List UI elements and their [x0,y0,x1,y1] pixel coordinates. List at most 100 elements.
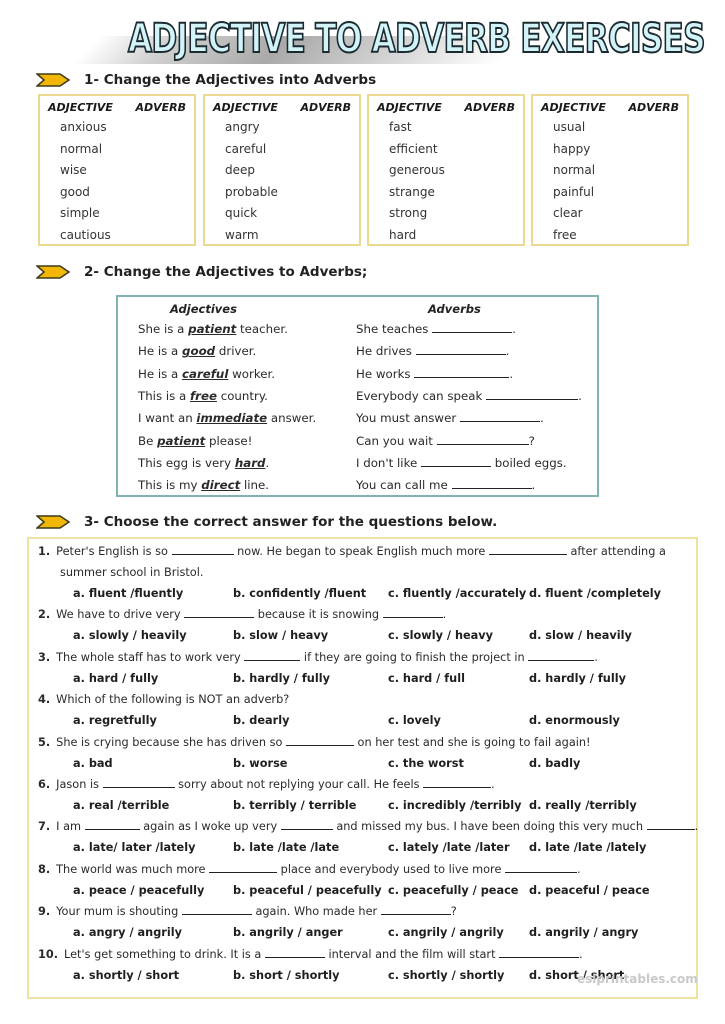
adjective-word: fast [389,120,412,134]
question-number: 2. [38,608,51,622]
answer-option-a[interactable]: a. late/ later /lately [73,841,195,854]
answer-option-c[interactable]: c. the worst [388,757,464,770]
question-text: Which of the following is NOT an adverb? [56,693,290,707]
answer-blank[interactable] [528,651,595,661]
adverb-sentence: Everybody can speak . [356,389,582,403]
answer-blank[interactable] [646,820,695,831]
adjective-box-3: ADJECTIVE ADVERB fast efficient generous stra… [367,94,525,246]
adjective-word: clear [553,206,583,220]
answer-blank[interactable] [436,435,529,445]
answer-blank[interactable] [432,323,513,333]
adjectives-column-header: Adjectives [170,302,237,316]
answer-blank[interactable] [459,412,540,423]
answer-option-d[interactable]: d. fluent /completely [529,587,661,600]
answer-blank[interactable] [102,778,175,788]
answer-option-a[interactable]: a. bad [73,757,113,770]
sentence-text: worker. [228,366,276,381]
answer-option-d[interactable]: d. badly [529,757,580,770]
answer-option-c[interactable]: c. incredibly /terribly [388,799,522,812]
target-adjective: direct [201,478,241,493]
answer-option-b[interactable]: b. late /late /late [233,841,339,854]
answer-option-a[interactable]: a. real /terrible [73,799,169,812]
answer-option-d[interactable]: d. peaceful / peace [529,884,650,897]
answer-blank[interactable] [423,778,492,788]
adjective-word: cautious [60,227,111,242]
question-1: 1. Peter's English is so now. He began to… [38,545,666,558]
answer-option-c[interactable]: c. lovely [388,714,441,727]
sentence-text: boiled eggs. [491,455,567,470]
answer-option-c[interactable]: c. lately /late /later [388,841,510,854]
answer-option-b[interactable]: b. hardly / fully [233,672,330,685]
answer-blank[interactable] [486,390,579,400]
answer-blank[interactable] [421,457,492,467]
question-text: I am [56,820,85,834]
answer-option-b[interactable]: b. angrily / anger [233,926,343,939]
answer-option-b[interactable]: b. confidently /fluent [233,587,366,600]
sentence-text: . [512,322,516,336]
answer-option-a[interactable]: a. hard / fully [73,672,158,685]
sentence-text: You must answer [356,411,460,426]
answer-option-d[interactable]: d. hardly / fully [529,672,626,685]
answer-blank[interactable] [84,820,140,831]
sentence-text: This is my [138,478,202,493]
answer-option-b[interactable]: b. peaceful / peacefully [233,884,382,897]
target-adjective: immediate [196,411,268,426]
answer-option-d[interactable]: d. slow / heavily [529,629,632,642]
adjective-word: quick [225,206,258,220]
answer-option-d[interactable]: d. late /late /lately [529,841,646,854]
answer-option-c[interactable]: c. fluently /accurately [388,587,526,600]
answer-option-b[interactable]: b. terribly / terrible [233,799,356,812]
answer-option-b[interactable]: b. dearly [233,714,290,727]
worksheet-title: ADJECTIVE TO ADVERB EXERCISES [76,8,706,70]
answer-blank[interactable] [244,651,301,661]
answer-blank[interactable] [488,545,567,555]
answer-option-c[interactable]: c. hard / full [388,672,465,685]
adverb-sentence: You can call me . [356,478,535,492]
sentence-text: . [265,455,270,470]
answer-blank[interactable] [184,608,255,619]
adjective-word: warm [225,227,259,242]
answer-option-b[interactable]: b. slow / heavy [233,629,328,642]
answer-blank[interactable] [505,863,577,873]
answer-blank[interactable] [415,345,506,356]
answer-option-a[interactable]: a. fluent /fluently [73,587,183,600]
question-text: Your mum is shouting [56,905,182,919]
answer-option-a[interactable]: a. slowly / heavily [73,629,187,642]
adjective-word: usual [553,120,586,134]
answer-option-b[interactable]: b. short / shortly [233,969,340,982]
answer-option-d[interactable]: d. really /terribly [529,799,637,812]
answer-blank[interactable] [280,820,333,831]
answer-option-d[interactable]: d. enormously [529,714,620,727]
question-9: 9. Your mum is shouting again. Who made h… [38,905,457,918]
answer-option-b[interactable]: b. worse [233,757,287,770]
answer-blank[interactable] [451,479,532,490]
answer-option-a[interactable]: a. angry / angrily [73,926,182,939]
answer-option-c[interactable]: c. peacefully / peace [388,884,518,897]
answer-option-a[interactable]: a. peace / peacefully [73,884,204,897]
sentence-text: He is a [138,344,183,359]
section-3-heading-text: 3- Choose the correct answer for the que… [84,514,498,530]
answer-option-a[interactable]: a. shortly / short [73,969,179,982]
question-text: ? [450,905,457,919]
adjective-sentence: This is my direct line. [138,478,269,492]
section-3-questions: 1. Peter's English is so now. He began to… [27,537,698,999]
answer-option-a[interactable]: a. regretfully [73,714,157,727]
answer-blank[interactable] [499,948,580,958]
answer-option-c[interactable]: c. shortly / shortly [388,969,504,982]
adjective-word: strong [389,206,428,220]
sentence-text: country. [216,388,268,403]
answer-option-d[interactable]: d. angrily / angry [529,926,638,939]
answer-blank[interactable] [264,948,325,958]
answer-options: a. slowly / heavily b. slow / heavy c. slo… [73,629,693,645]
question-3: 3. The whole staff has to work very if th… [38,651,598,664]
answer-blank[interactable] [382,608,443,619]
answer-option-c[interactable]: c. slowly / heavy [388,629,493,642]
answer-blank[interactable] [209,863,278,873]
answer-blank[interactable] [380,905,451,916]
answer-option-c[interactable]: c. angrily / angrily [388,926,504,939]
answer-blank[interactable] [414,368,510,378]
answer-blank[interactable] [285,736,354,746]
answer-options: a. hard / fully b. hardly / fully c. hard … [73,672,693,688]
answer-blank[interactable] [181,905,252,916]
answer-blank[interactable] [171,545,234,555]
